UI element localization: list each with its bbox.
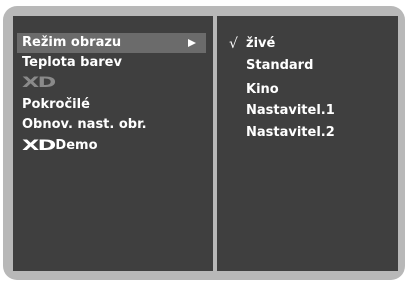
picture-mode-submenu-panel: √ živé Standard Kino Nastavitel.1 Nastav…: [217, 16, 398, 271]
option-vivid[interactable]: √ živé: [229, 34, 276, 54]
menu-item-picture-reset[interactable]: Obnov. nast. obr.: [22, 115, 147, 135]
menu-item-label: Pokročilé: [22, 97, 90, 112]
option-label: Kino: [246, 82, 279, 97]
menu-item-picture-mode[interactable]: Režim obrazu: [17, 33, 206, 53]
tv-osd-frame: Režim obrazu Teplota barev XD Pokročilé …: [3, 6, 405, 280]
option-label: Nastavitel.2: [246, 125, 335, 140]
option-user-1[interactable]: Nastavitel.1: [246, 101, 335, 121]
option-label: Standard: [246, 58, 314, 73]
menu-item-xd-demo[interactable]: XDDemo: [22, 136, 98, 156]
option-label: Nastavitel.1: [246, 103, 335, 118]
menu-item-label: Režim obrazu: [22, 35, 122, 50]
option-cinema[interactable]: Kino: [246, 80, 279, 100]
menu-item-advanced[interactable]: Pokročilé: [22, 95, 90, 115]
menu-item-xd[interactable]: XD: [22, 73, 56, 93]
arrow-right-icon: [188, 39, 196, 47]
picture-menu-panel: Režim obrazu Teplota barev XD Pokročilé …: [13, 16, 213, 271]
check-mark-icon: √: [229, 36, 238, 52]
xd-logo: XD: [22, 75, 56, 91]
menu-item-label: Demo: [55, 138, 98, 153]
option-standard[interactable]: Standard: [246, 56, 313, 76]
menu-item-label: Teplota barev: [22, 55, 122, 70]
option-user-2[interactable]: Nastavitel.2: [246, 123, 335, 143]
option-label: živé: [246, 36, 276, 51]
menu-item-color-temperature[interactable]: Teplota barev: [22, 53, 122, 73]
menu-item-label: Obnov. nast. obr.: [22, 117, 147, 132]
xd-logo: XD: [22, 138, 56, 154]
